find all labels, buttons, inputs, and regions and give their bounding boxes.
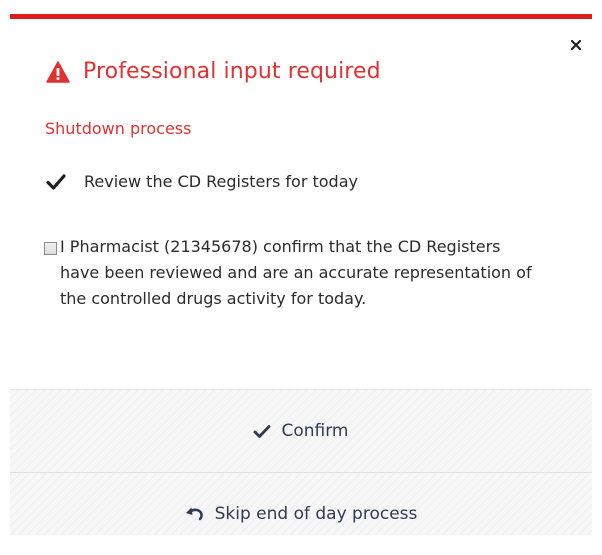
task-item: Review the CD Registers for today bbox=[46, 172, 358, 191]
confirmation-row: I Pharmacist (21345678) confirm that the… bbox=[44, 237, 544, 312]
close-button[interactable] bbox=[568, 37, 584, 53]
confirm-button-label: Confirm bbox=[281, 421, 349, 441]
confirmation-text: I Pharmacist (21345678) confirm that the… bbox=[60, 237, 532, 308]
dialog-title: Professional input required bbox=[83, 59, 381, 84]
confirm-button[interactable]: Confirm bbox=[10, 390, 592, 472]
action-bar: Confirm Skip end of day process bbox=[10, 389, 592, 535]
skip-end-of-day-button[interactable]: Skip end of day process bbox=[10, 472, 592, 555]
section-title: Shutdown process bbox=[45, 119, 192, 138]
undo-icon bbox=[185, 507, 203, 521]
warning-triangle-icon bbox=[46, 60, 70, 83]
task-label: Review the CD Registers for today bbox=[84, 172, 358, 191]
professional-input-dialog: Professional input required Shutdown pro… bbox=[10, 19, 592, 535]
close-icon bbox=[570, 39, 582, 51]
top-accent-bar bbox=[0, 0, 602, 19]
dialog-header: Professional input required bbox=[46, 59, 381, 84]
checkmark-icon bbox=[46, 173, 66, 190]
skip-button-label: Skip end of day process bbox=[214, 504, 418, 524]
confirm-checkbox[interactable] bbox=[44, 242, 57, 255]
checkmark-icon bbox=[254, 424, 271, 438]
